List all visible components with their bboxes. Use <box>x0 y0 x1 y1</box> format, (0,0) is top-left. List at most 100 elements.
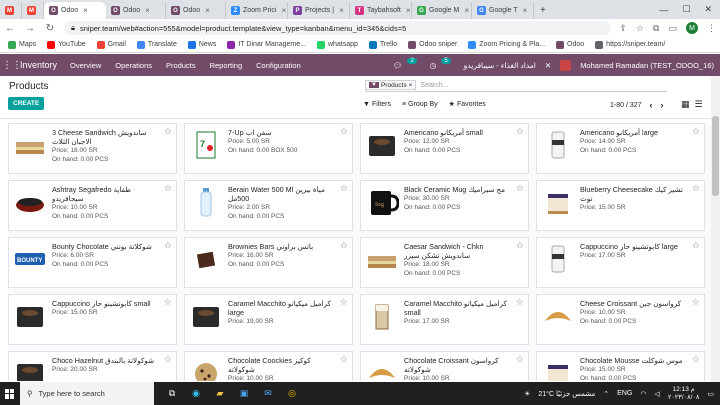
product-card[interactable]: Berain Water 500 Ml مياة بيرين 500مل Pric… <box>184 180 353 231</box>
product-name[interactable]: Caramel Macchito كراميل ميكياتو small <box>404 299 524 317</box>
product-name[interactable]: Americano أمريكانو large <box>580 128 700 137</box>
bookmark-item[interactable]: Gmail <box>96 40 126 49</box>
product-name[interactable]: Caramel Macchito كراميل ميكياتو large <box>228 299 348 317</box>
tab-close-icon[interactable]: × <box>83 6 88 15</box>
product-name[interactable]: Choco Hazelnut شوكولاتة بالبندق <box>52 356 172 365</box>
new-tab-icon[interactable]: + <box>534 2 552 19</box>
browser-tab[interactable]: G Google M × <box>412 2 472 19</box>
browser-menu-icon[interactable]: ⋮ <box>707 23 716 34</box>
clock[interactable]: 12:13 م ٢٠٢٣/٠٨/٠٨ <box>668 386 700 402</box>
product-card[interactable]: Brownies Bars باتس براوني Price: 16.00 SR… <box>184 237 353 288</box>
browser-tab[interactable]: G Google T × <box>472 2 534 19</box>
favorite-star-icon[interactable]: ☆ <box>340 183 348 194</box>
tab-close-icon[interactable]: × <box>205 6 210 15</box>
browser-tab[interactable]: O Odoo × <box>106 2 166 19</box>
create-button[interactable]: CREATE <box>8 97 45 110</box>
product-name[interactable]: Chocolate Mousse موس شوكلت <box>580 356 700 365</box>
product-name[interactable]: Cappuccino كابوتشينو حار small <box>52 299 172 308</box>
favorite-star-icon[interactable]: ☆ <box>164 240 172 251</box>
favorite-star-icon[interactable]: ☆ <box>516 183 524 194</box>
favorite-star-icon[interactable]: ☆ <box>340 126 348 137</box>
browser-tab[interactable]: M <box>0 2 22 19</box>
favorite-star-icon[interactable]: ☆ <box>340 240 348 251</box>
pager-previous-icon[interactable]: ‹ <box>650 100 653 110</box>
tray-chevron-icon[interactable]: ⌃ <box>603 390 609 398</box>
bookmark-item[interactable]: Maps <box>8 40 36 49</box>
bookmark-item[interactable]: Translate <box>136 40 177 49</box>
favorite-star-icon[interactable]: ☆ <box>692 354 700 365</box>
maximize-icon[interactable]: ☐ <box>682 4 690 15</box>
favorite-star-icon[interactable]: ☆ <box>692 183 700 194</box>
tab-close-icon[interactable]: × <box>339 6 344 15</box>
taskbar-search[interactable]: ⚲ Type here to search <box>20 382 154 405</box>
product-name[interactable]: Blueberry Cheesecake تشيز كيك توت <box>580 185 700 203</box>
bookmark-item[interactable]: whatsapp <box>316 40 358 49</box>
user-menu[interactable]: Mohamed Ramadan (TEST_ODOO_16) <box>580 61 714 70</box>
tab-close-icon[interactable]: × <box>406 6 411 15</box>
browser-tab[interactable]: M <box>22 2 44 19</box>
tab-close-icon[interactable]: × <box>464 6 469 15</box>
mail-icon[interactable]: ✉ <box>258 384 278 404</box>
profile-avatar[interactable]: M <box>686 22 698 34</box>
product-card[interactable]: 7 7-Up سفن اب Price: 5.00 SR On hand: 0.00 … <box>184 123 353 174</box>
favorites-button[interactable]: ★ Favorites <box>449 100 486 109</box>
product-name[interactable]: Chocolate Coockies كوكيز شوكولاته <box>228 356 348 374</box>
favorite-star-icon[interactable]: ☆ <box>692 240 700 251</box>
menu-configuration[interactable]: Configuration <box>256 61 301 70</box>
edge-icon[interactable]: ◉ <box>186 384 206 404</box>
search-facet[interactable]: ▼ Products × <box>365 80 417 90</box>
search-bar[interactable]: ▼ Products × Search... <box>365 79 667 92</box>
menu-operations[interactable]: Operations <box>115 61 152 70</box>
tab-close-icon[interactable]: × <box>145 6 150 15</box>
product-card[interactable]: Chocolate Mousse موس شوكلت Price: 15.00 S… <box>536 351 705 381</box>
groupby-button[interactable]: ≡ Group By <box>402 100 438 108</box>
scrollbar-thumb[interactable] <box>712 116 719 196</box>
notifications-icon[interactable]: ▭ <box>707 390 714 398</box>
chat-icon[interactable]: 💬︎ <box>393 61 403 70</box>
favorite-star-icon[interactable]: ☆ <box>692 297 700 308</box>
product-name[interactable]: Brownies Bars باتس براوني <box>228 242 348 251</box>
file-explorer-icon[interactable]: ▰ <box>210 384 230 404</box>
kanban-view-icon[interactable]: ▦ <box>681 99 690 110</box>
bookmark-item[interactable]: Trello <box>368 40 397 49</box>
filters-button[interactable]: ▼ Filters <box>363 100 391 108</box>
product-card[interactable]: Chocolate Croissant كرواسون شوكولاته Pric… <box>360 351 529 381</box>
favorite-star-icon[interactable]: ☆ <box>516 126 524 137</box>
favorite-star-icon[interactable]: ☆ <box>164 297 172 308</box>
user-avatar[interactable] <box>560 59 572 71</box>
product-card[interactable]: Chocolate Coockies كوكيز شوكولاته Price: … <box>184 351 353 381</box>
product-name[interactable]: Cheese Croissant كرواسون جبن <box>580 299 700 308</box>
reload-icon[interactable]: ↻ <box>44 23 56 34</box>
product-name[interactable]: Ashtray Segafredo طفاية سيجافريدو <box>52 185 172 203</box>
favorite-star-icon[interactable]: ☆ <box>516 297 524 308</box>
product-name[interactable]: Cappuccino كابوتشينو حار large <box>580 242 700 251</box>
browser-tab[interactable]: P Projects | × <box>288 2 350 19</box>
weather-text[interactable]: 21°C مشمس جزئيًا <box>538 390 595 398</box>
bookmark-item[interactable]: YouTube <box>47 40 86 49</box>
bookmark-item[interactable]: Odoo <box>556 40 584 49</box>
favorite-star-icon[interactable]: ☆ <box>164 126 172 137</box>
address-bar[interactable]: 🔒︎ sniper.team/web#action=555&model=prod… <box>64 21 612 35</box>
language-indicator[interactable]: ENG <box>617 390 632 397</box>
product-card[interactable]: Americano أمريكانو small Price: 12.00 SR O… <box>360 123 529 174</box>
product-name[interactable]: Bounty Chocolate شوكلاتة بونتي <box>52 242 172 251</box>
browser-tab[interactable]: O Odoo × <box>44 2 106 19</box>
bookmark-item[interactable]: News <box>187 40 216 49</box>
company-switcher[interactable]: امداد الغذاء - سيبافريدو <box>464 61 536 70</box>
bookmark-item[interactable]: https://sniper.team/ <box>595 40 665 49</box>
app-name[interactable]: Inventory <box>20 60 57 70</box>
browser-tab[interactable]: Z Zoom Prici × <box>226 2 288 19</box>
menu-reporting[interactable]: Reporting <box>210 61 243 70</box>
product-card[interactable]: Cappuccino كابوتشينو حار small Price: 15.… <box>8 294 177 345</box>
chrome-icon[interactable]: ◎ <box>282 384 302 404</box>
product-name[interactable]: Chocolate Croissant كرواسون شوكولاته <box>404 356 524 374</box>
browser-tab[interactable]: O Odoo × <box>166 2 226 19</box>
product-name[interactable]: Berain Water 500 Ml مياة بيرين 500مل <box>228 185 348 203</box>
product-card[interactable]: Cappuccino كابوتشينو حار large Price: 17.… <box>536 237 705 288</box>
product-name[interactable]: 7-Up سفن اب <box>228 128 348 137</box>
volume-icon[interactable]: ◁ <box>654 390 659 398</box>
bookmark-item[interactable]: Odoo sniper <box>408 40 457 49</box>
debug-tools-icon[interactable]: ✕ <box>545 61 551 70</box>
scrollbar[interactable] <box>711 76 720 382</box>
minimize-icon[interactable]: — <box>659 5 668 15</box>
